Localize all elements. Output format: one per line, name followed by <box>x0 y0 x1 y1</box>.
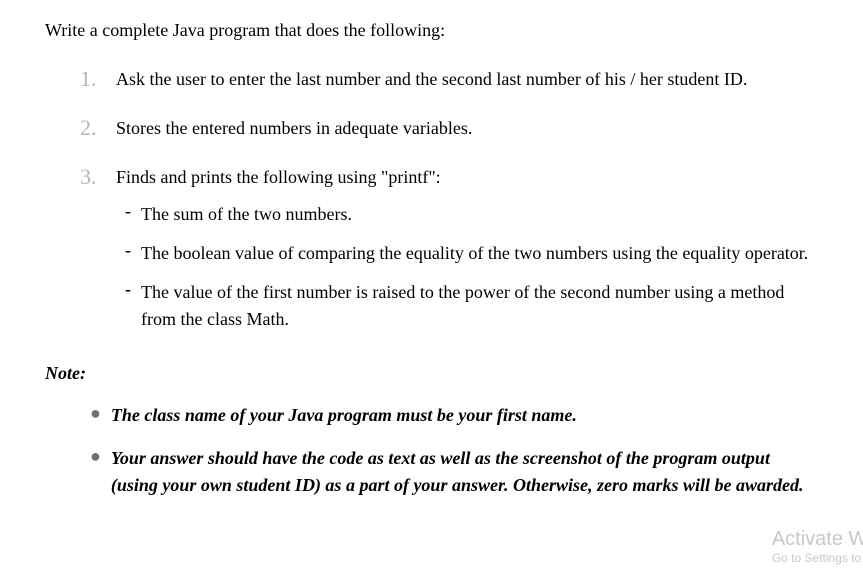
note-label: Note: <box>45 363 818 384</box>
bullet-text: Your answer should have the code as text… <box>111 445 818 499</box>
sub-item-3: - The value of the first number is raise… <box>125 279 818 333</box>
bullet-list: ● The class name of your Java program mu… <box>45 402 818 499</box>
ordered-text: Stores the entered numbers in adequate v… <box>116 115 818 142</box>
sub-text: The value of the first number is raised … <box>141 279 818 333</box>
activate-windows-watermark: Activate Win Go to Settings to <box>772 528 863 565</box>
bullet-item-2: ● Your answer should have the code as te… <box>90 445 818 499</box>
sub-list: - The sum of the two numbers. - The bool… <box>45 201 818 333</box>
watermark-subtitle: Go to Settings to <box>772 551 863 565</box>
ordered-item-1: 1. Ask the user to enter the last number… <box>80 66 818 93</box>
ordered-number: 1. <box>80 66 104 92</box>
dash-icon: - <box>125 240 131 261</box>
bullet-text: The class name of your Java program must… <box>111 402 818 429</box>
ordered-item-2: 2. Stores the entered numbers in adequat… <box>80 115 818 142</box>
dash-icon: - <box>125 279 131 300</box>
ordered-item-3: 3. Finds and prints the following using … <box>80 164 818 191</box>
ordered-number: 3. <box>80 164 104 190</box>
sub-item-2: - The boolean value of comparing the equ… <box>125 240 818 267</box>
bullet-item-1: ● The class name of your Java program mu… <box>90 402 818 429</box>
ordered-text: Ask the user to enter the last number an… <box>116 66 818 93</box>
ordered-number: 2. <box>80 115 104 141</box>
sub-text: The sum of the two numbers. <box>141 201 818 228</box>
intro-text: Write a complete Java program that does … <box>45 20 818 41</box>
dash-icon: - <box>125 201 131 222</box>
sub-item-1: - The sum of the two numbers. <box>125 201 818 228</box>
sub-text: The boolean value of comparing the equal… <box>141 240 818 267</box>
watermark-title: Activate Win <box>772 528 863 551</box>
bullet-icon: ● <box>90 445 101 468</box>
bullet-icon: ● <box>90 402 101 425</box>
ordered-list: 1. Ask the user to enter the last number… <box>45 66 818 191</box>
ordered-text: Finds and prints the following using "pr… <box>116 164 818 191</box>
